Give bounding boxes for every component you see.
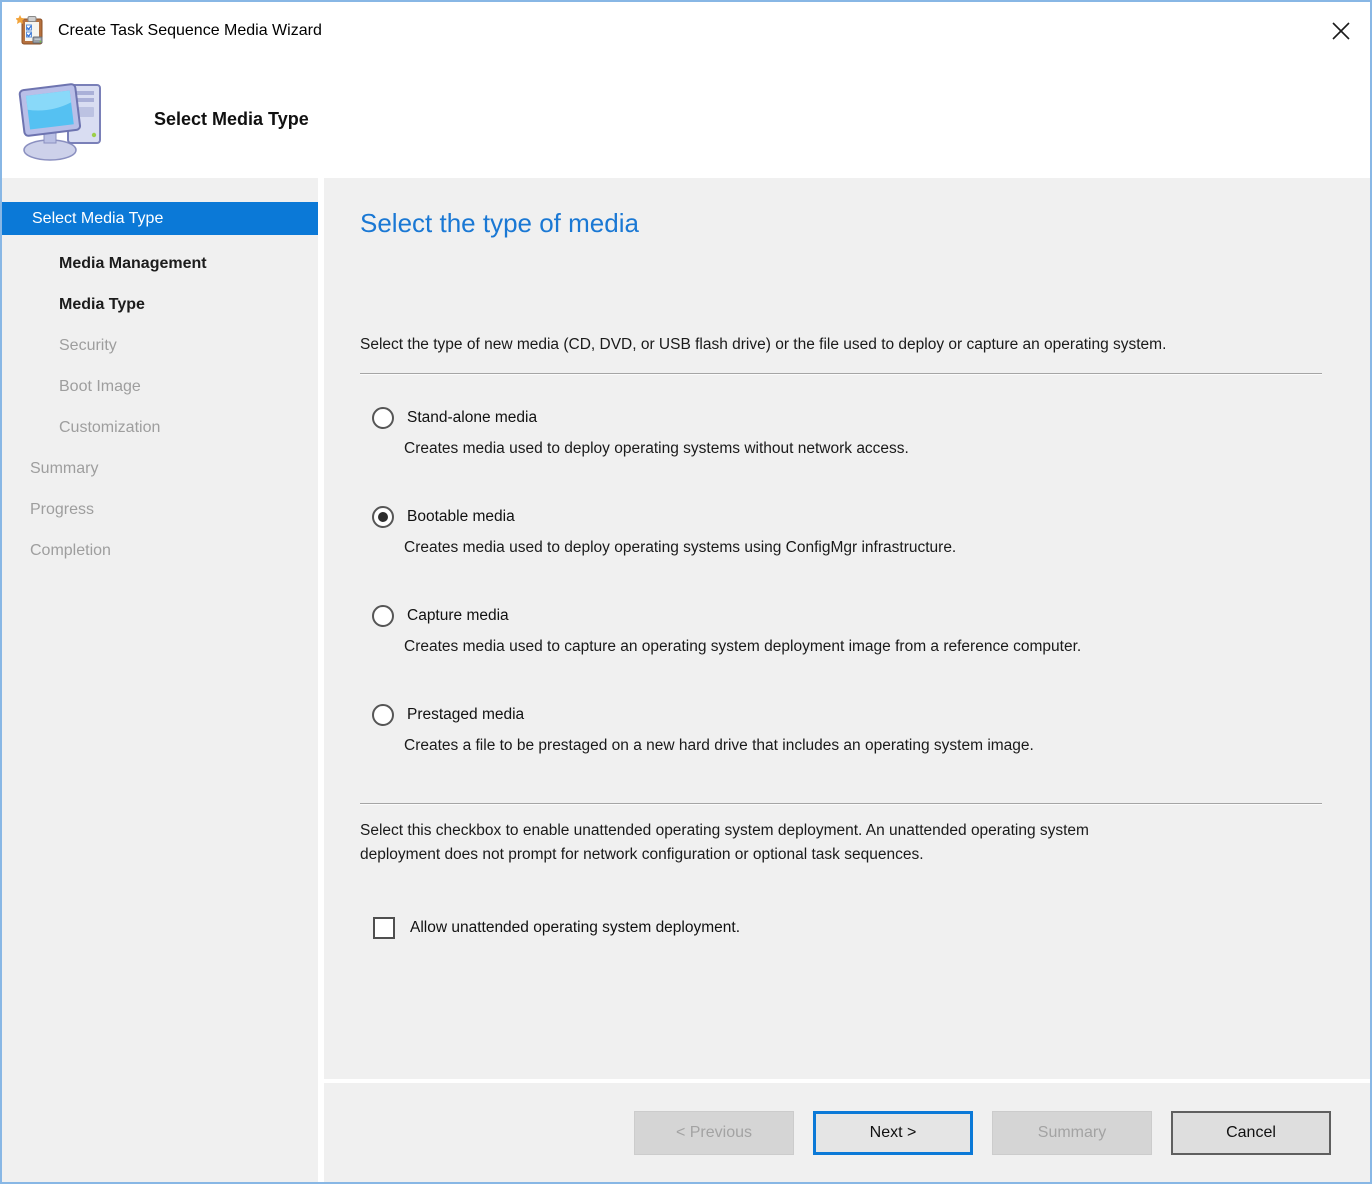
computer-icon [16, 71, 112, 167]
content-heading: Select the type of media [360, 206, 1334, 240]
option-bootable-media: Bootable media Creates media used to dep… [360, 506, 1334, 557]
radio-stand-alone-media[interactable] [372, 407, 394, 429]
close-icon [1330, 20, 1352, 42]
sidebar-item-customization: Customization [2, 407, 318, 448]
unattended-note: Select this checkbox to enable unattende… [360, 819, 1130, 867]
option-desc-capture-media: Creates media used to capture an operati… [360, 638, 1334, 656]
title-bar: Create Task Sequence Media Wizard [2, 2, 1370, 60]
wizard-header: Select Media Type [2, 60, 1370, 178]
option-label-prestaged-media[interactable]: Prestaged media [407, 706, 524, 724]
wizard-window: Create Task Sequence Media Wizard [0, 0, 1372, 1184]
main-column: Select the type of media Select the type… [324, 178, 1370, 1182]
option-row-prestaged-media[interactable]: Prestaged media [360, 704, 1334, 726]
option-label-bootable-media[interactable]: Bootable media [407, 508, 515, 526]
unattended-checkbox[interactable] [373, 917, 395, 939]
sidebar-item-summary: Summary [2, 448, 318, 489]
sidebar-item-completion: Completion [2, 530, 318, 571]
divider-top [360, 373, 1322, 375]
option-desc-bootable-media: Creates media used to deploy operating s… [360, 539, 1334, 557]
media-type-options: Stand-alone media Creates media used to … [360, 407, 1334, 755]
option-row-bootable-media[interactable]: Bootable media [360, 506, 1334, 528]
summary-button: Summary [992, 1111, 1152, 1155]
sidebar-item-media-management[interactable]: Media Management [2, 243, 318, 284]
task-sequence-icon [16, 15, 48, 47]
unattended-checkbox-label[interactable]: Allow unattended operating system deploy… [410, 919, 740, 937]
option-label-capture-media[interactable]: Capture media [407, 607, 509, 625]
unattended-checkbox-row[interactable]: Allow unattended operating system deploy… [360, 917, 1334, 939]
intro-text: Select the type of new media (CD, DVD, o… [360, 332, 1170, 357]
sidebar-item-media-type[interactable]: Media Type [2, 284, 318, 325]
option-row-stand-alone-media[interactable]: Stand-alone media [360, 407, 1334, 429]
wizard-body: Select Media Type Media Management Media… [2, 178, 1370, 1182]
wizard-steps-sidebar: Select Media Type Media Management Media… [2, 178, 318, 1182]
option-stand-alone-media: Stand-alone media Creates media used to … [360, 407, 1334, 458]
radio-capture-media[interactable] [372, 605, 394, 627]
sidebar-item-security: Security [2, 325, 318, 366]
sidebar-item-progress: Progress [2, 489, 318, 530]
radio-prestaged-media[interactable] [372, 704, 394, 726]
previous-button: < Previous [634, 1111, 794, 1155]
sidebar-item-select-media-type[interactable]: Select Media Type [2, 202, 318, 235]
cancel-button[interactable]: Cancel [1171, 1111, 1331, 1155]
option-prestaged-media: Prestaged media Creates a file to be pre… [360, 704, 1334, 755]
option-label-stand-alone-media[interactable]: Stand-alone media [407, 409, 537, 427]
divider-bottom [360, 803, 1322, 805]
window-title: Create Task Sequence Media Wizard [58, 22, 322, 40]
radio-bootable-media[interactable] [372, 506, 394, 528]
option-desc-prestaged-media: Creates a file to be prestaged on a new … [360, 737, 1334, 755]
option-desc-stand-alone-media: Creates media used to deploy operating s… [360, 440, 1334, 458]
sidebar-item-boot-image: Boot Image [2, 366, 318, 407]
wizard-page-title: Select Media Type [154, 109, 309, 130]
option-capture-media: Capture media Creates media used to capt… [360, 605, 1334, 656]
option-row-capture-media[interactable]: Capture media [360, 605, 1334, 627]
page-content: Select the type of media Select the type… [324, 178, 1370, 1079]
close-button[interactable] [1312, 2, 1370, 60]
button-bar: < Previous Next > Summary Cancel [324, 1083, 1370, 1182]
next-button[interactable]: Next > [813, 1111, 973, 1155]
